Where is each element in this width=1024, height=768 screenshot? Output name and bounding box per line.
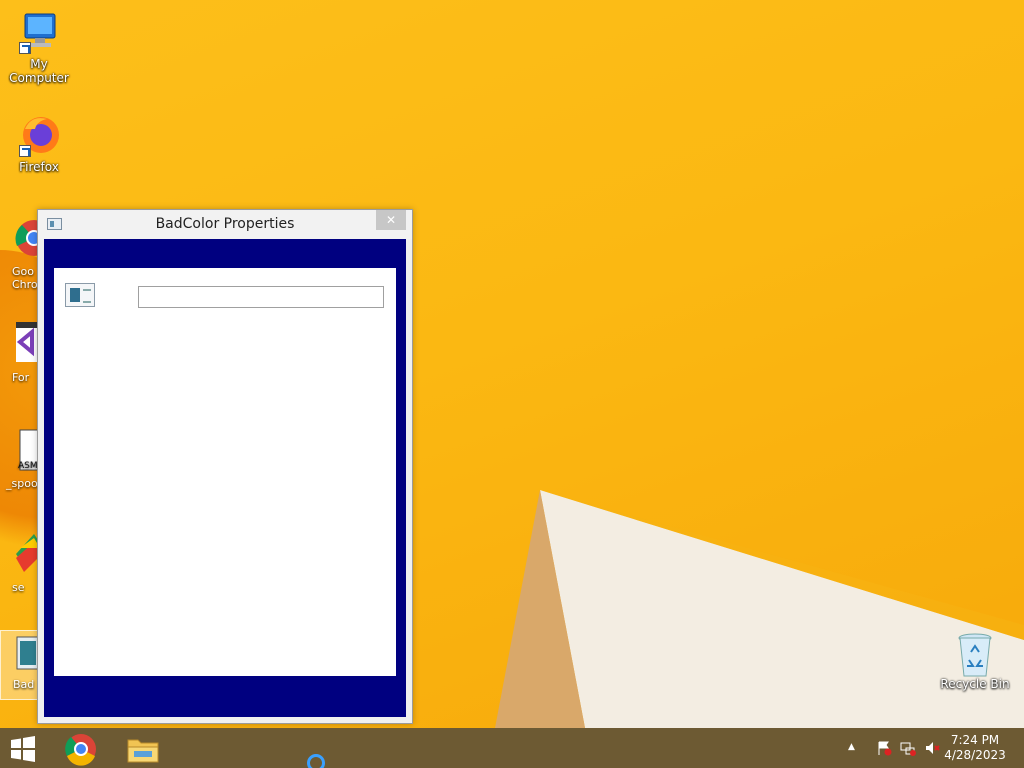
windows-logo-icon: [11, 736, 35, 762]
taskbar-clock[interactable]: 7:24 PM 4/28/2023: [940, 733, 1010, 763]
svg-text:ASM: ASM: [18, 461, 38, 471]
badcolor-app-icon: [16, 636, 40, 670]
shortcut-arrow-icon: [19, 42, 31, 54]
properties-window[interactable]: BadColor Properties ✕: [37, 209, 413, 724]
close-button[interactable]: ✕: [376, 210, 406, 230]
start-button[interactable]: [8, 736, 38, 762]
window-titlebar[interactable]: BadColor Properties ✕: [38, 210, 412, 239]
desktop-icon-label: My Computer: [9, 57, 69, 85]
desktop-icon-label: Bad: [13, 678, 35, 691]
action-center-flag-icon[interactable]: [876, 740, 892, 756]
window-client-area: [44, 239, 406, 717]
property-icon: [65, 283, 95, 307]
cortana-ring-icon: [307, 754, 325, 768]
folder-icon: [127, 739, 159, 763]
recycle-bin-icon: [953, 630, 997, 677]
desktop-icon-my-computer[interactable]: My Computer: [0, 10, 78, 85]
computer-icon: [17, 10, 61, 54]
property-text-field[interactable]: [138, 286, 384, 308]
desktop-icon-label: Firefox: [19, 160, 59, 174]
firefox-icon: [17, 113, 61, 157]
volume-muted-icon[interactable]: [924, 740, 940, 756]
clock-time: 7:24 PM: [950, 733, 1000, 747]
network-icon[interactable]: [900, 740, 916, 756]
taskbar-chrome-button[interactable]: [62, 732, 100, 766]
chrome-icon: [65, 734, 96, 766]
window-title: BadColor Properties: [155, 216, 295, 232]
desktop-icon-badcolor[interactable]: Bad: [0, 630, 40, 700]
desktop-icon-recycle-bin[interactable]: Recycle Bin: [936, 630, 1014, 691]
taskbar-file-explorer-button[interactable]: [124, 732, 162, 766]
shortcut-arrow-icon: [19, 145, 31, 157]
tray-expand-icon[interactable]: ▲: [848, 742, 864, 758]
taskbar: ▲ 7:24 PM 4/28/2023: [0, 728, 1024, 768]
properties-panel: [54, 268, 396, 676]
desktop-icon-firefox[interactable]: Firefox: [0, 113, 78, 174]
clock-date: 4/28/2023: [944, 748, 1006, 762]
